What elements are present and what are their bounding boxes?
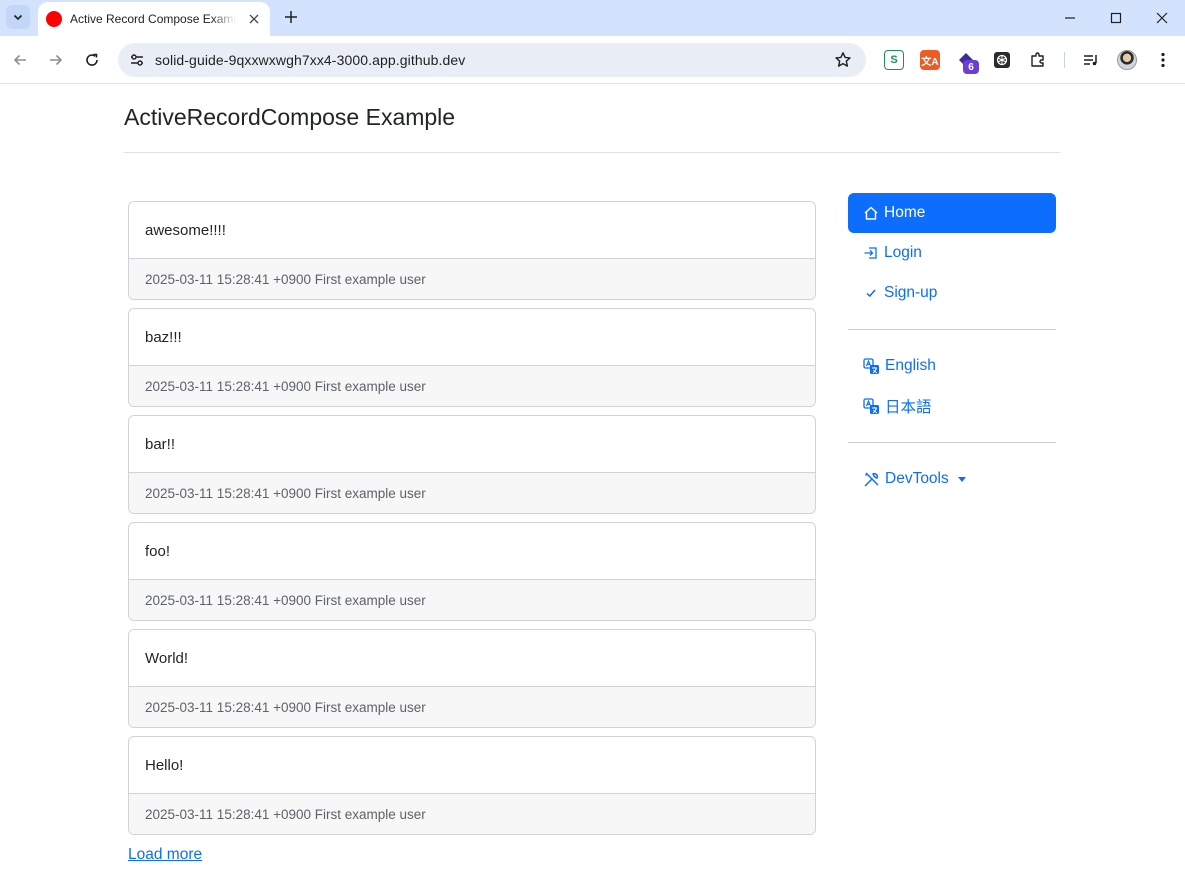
extension-badge: 6: [963, 60, 979, 74]
load-more-link[interactable]: Load more: [128, 846, 202, 864]
back-button[interactable]: [8, 48, 32, 72]
devtools-dropdown-toggle[interactable]: DevTools: [848, 459, 1056, 499]
close-window-button[interactable]: [1150, 6, 1174, 30]
post-body: bar!!: [129, 416, 815, 473]
house-icon: [864, 206, 878, 220]
browser-tab[interactable]: Active Record Compose Example: [38, 2, 270, 36]
browser-tab-bar: Active Record Compose Example: [0, 0, 1185, 36]
post-card: bar!! 2025-03-11 15:28:41 +0900 First ex…: [128, 415, 816, 514]
extensions-menu-button[interactable]: [1028, 50, 1048, 70]
sidebar-item-label: Login: [884, 244, 922, 261]
minimize-icon: [1065, 17, 1075, 19]
sidebar-divider: [848, 329, 1056, 330]
translate-icon: [863, 397, 879, 414]
browser-menu-button[interactable]: [1153, 50, 1173, 70]
close-icon: [1156, 12, 1168, 24]
post-meta: 2025-03-11 15:28:41 +0900 First example …: [129, 687, 815, 727]
sidebar-item-home[interactable]: Home: [848, 193, 1056, 233]
box-arrow-in-icon: [864, 247, 877, 259]
header-divider: [124, 152, 1060, 153]
bookmark-star-icon[interactable]: [834, 51, 852, 69]
reload-button[interactable]: [80, 48, 104, 72]
chevron-down-icon: [13, 14, 23, 21]
translate-extension-icon[interactable]: 文A: [920, 50, 940, 70]
address-bar[interactable]: solid-guide-9qxxwxwgh7xx4-3000.app.githu…: [118, 43, 866, 77]
media-queue-icon: [1084, 55, 1097, 66]
post-card: World! 2025-03-11 15:28:41 +0900 First e…: [128, 629, 816, 728]
post-meta: 2025-03-11 15:28:41 +0900 First example …: [129, 366, 815, 406]
check-icon: [866, 289, 876, 298]
arrow-right-icon: [50, 54, 63, 66]
post-meta: 2025-03-11 15:28:41 +0900 First example …: [129, 473, 815, 513]
post-card: baz!!! 2025-03-11 15:28:41 +0900 First e…: [128, 308, 816, 407]
sidebar-divider: [848, 442, 1056, 443]
media-queue-button[interactable]: [1081, 50, 1101, 70]
post-card: Hello! 2025-03-11 15:28:41 +0900 First e…: [128, 736, 816, 835]
tab-title: Active Record Compose Example: [70, 12, 236, 26]
post-meta: 2025-03-11 15:28:41 +0900 First example …: [129, 580, 815, 620]
site-info-button[interactable]: [128, 51, 146, 69]
language-label: 日本語: [885, 399, 932, 416]
arrow-left-icon: [13, 54, 26, 66]
plus-icon: [285, 11, 297, 23]
avatar[interactable]: [1117, 50, 1137, 70]
devtools-label: DevTools: [885, 470, 949, 487]
post-body: foo!: [129, 523, 815, 580]
minimize-button[interactable]: [1058, 6, 1082, 30]
favicon-icon: [46, 11, 62, 27]
forward-button[interactable]: [44, 48, 68, 72]
new-tab-button[interactable]: [280, 6, 302, 28]
post-card: awesome!!!! 2025-03-11 15:28:41 +0900 Fi…: [128, 201, 816, 300]
translate-icon: [863, 357, 879, 374]
post-body: Hello!: [129, 737, 815, 794]
close-tab-button[interactable]: [246, 11, 262, 27]
tune-icon: [131, 54, 143, 66]
browser-toolbar: solid-guide-9qxxwxwgh7xx4-3000.app.githu…: [0, 36, 1185, 84]
maximize-button[interactable]: [1104, 6, 1128, 30]
sidebar-item-login[interactable]: Login: [848, 233, 1056, 273]
caret-down-icon: [957, 476, 966, 482]
openai-extension-icon[interactable]: [992, 50, 1012, 70]
puzzle-icon: [1031, 52, 1044, 67]
toolbar-separator: [1064, 52, 1065, 68]
maximize-icon: [1110, 12, 1122, 24]
more-vertical-icon: [1161, 52, 1165, 68]
sidebar-item-label: Sign-up: [884, 284, 938, 301]
language-japanese-link[interactable]: 日本語: [848, 386, 1056, 426]
post-meta: 2025-03-11 15:28:41 +0900 First example …: [129, 794, 815, 834]
openai-icon: [994, 52, 1010, 68]
sidebar-item-signup[interactable]: Sign-up: [848, 273, 1056, 313]
language-english-link[interactable]: English: [848, 346, 1056, 386]
post-body: baz!!!: [129, 309, 815, 366]
post-meta: 2025-03-11 15:28:41 +0900 First example …: [129, 259, 815, 299]
reload-icon: [86, 53, 98, 66]
post-body: World!: [129, 630, 815, 687]
language-label: English: [885, 357, 936, 374]
s-extension-icon[interactable]: S: [884, 50, 904, 70]
page-title: ActiveRecordCompose Example: [124, 104, 456, 130]
sidebar-item-label: Home: [884, 204, 926, 221]
tab-search-button[interactable]: [6, 5, 30, 29]
close-icon: [249, 14, 259, 24]
url-text[interactable]: solid-guide-9qxxwxwgh7xx4-3000.app.githu…: [155, 52, 465, 68]
post-card: foo! 2025-03-11 15:28:41 +0900 First exa…: [128, 522, 816, 621]
tools-icon: [864, 471, 879, 487]
post-body: awesome!!!!: [129, 202, 815, 259]
